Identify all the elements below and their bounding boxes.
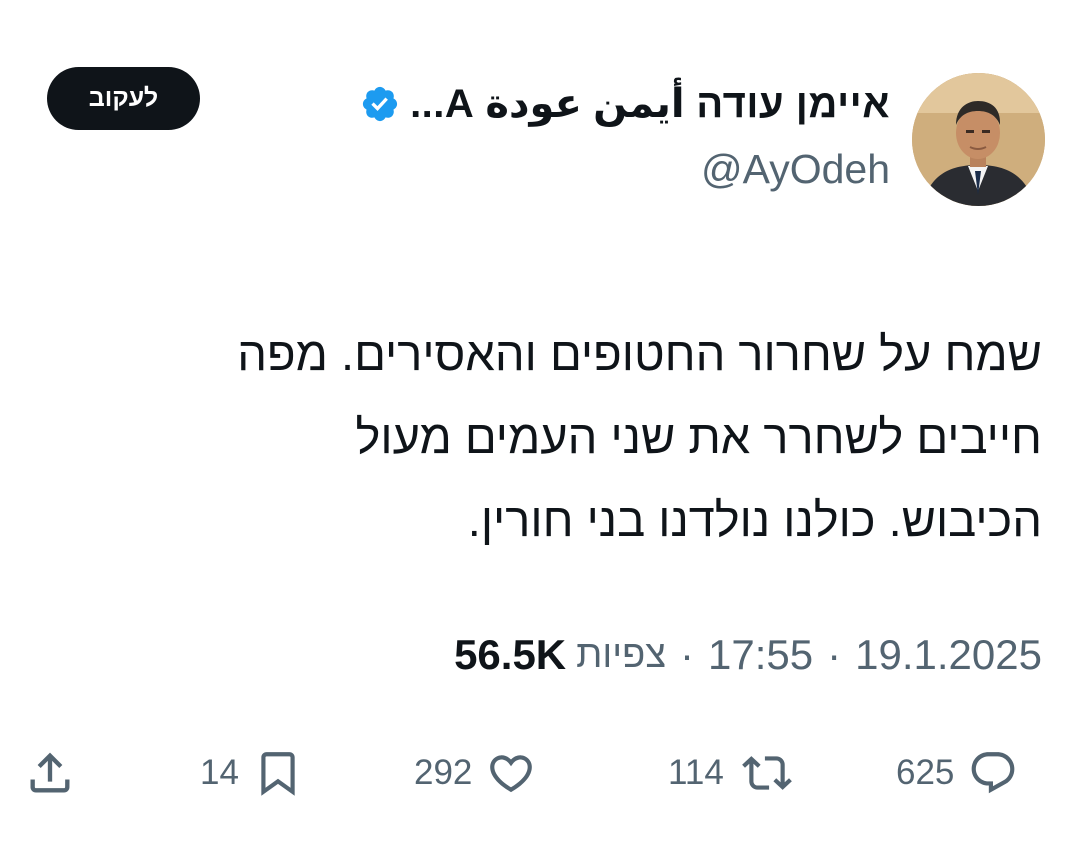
- author-handle[interactable]: @AyOdeh: [701, 146, 890, 193]
- follow-button[interactable]: לעקוב: [47, 67, 200, 130]
- tweet-time[interactable]: 17:55: [708, 631, 813, 679]
- reply-icon: [972, 751, 1015, 793]
- tweet-date[interactable]: 19.1.2025: [855, 631, 1042, 679]
- bookmark-icon: [261, 751, 295, 796]
- retweet-icon: [741, 755, 792, 790]
- reply-count: 625: [896, 752, 955, 792]
- tweet-text: שמח על שחרור החטופים והאסירים. מפה חייבי…: [32, 312, 1042, 561]
- tweet-text-line: הכיבוש. כולנו נולדנו בני חורין.: [467, 493, 1042, 546]
- like-count: 292: [414, 752, 473, 792]
- share-button[interactable]: [24, 735, 76, 810]
- avatar-image: [912, 73, 1045, 206]
- bookmark-count: 14: [200, 752, 239, 792]
- action-bar: 625 114 292 14: [0, 735, 1070, 810]
- tweet-meta: 19.1.2025 · 17:55 · צפיות 56.5K: [454, 625, 1042, 685]
- tweet-text-line: חייבים לשחרר את שני העמים מעול: [355, 410, 1042, 463]
- author-display-name[interactable]: איימן עודה أيمن عودة A...: [410, 81, 890, 127]
- verified-badge-icon: [362, 86, 398, 122]
- meta-separator: ·: [680, 631, 695, 678]
- author-name-row[interactable]: איימן עודה أيمن عودة A...: [360, 80, 890, 128]
- reply-button[interactable]: 625: [896, 735, 1018, 810]
- views-label: צפיות: [576, 633, 667, 676]
- like-button[interactable]: 292: [414, 735, 536, 810]
- share-icon: [30, 752, 70, 792]
- tweet-text-line: שמח על שחרור החטופים והאסירים. מפה: [237, 327, 1042, 380]
- avatar[interactable]: [912, 73, 1045, 206]
- meta-separator: ·: [827, 631, 842, 678]
- bookmark-button[interactable]: 14: [200, 735, 303, 810]
- retweet-button[interactable]: 114: [668, 735, 796, 810]
- views-count[interactable]: 56.5K: [454, 631, 566, 679]
- retweet-count: 114: [668, 752, 724, 792]
- heart-icon: [490, 754, 533, 792]
